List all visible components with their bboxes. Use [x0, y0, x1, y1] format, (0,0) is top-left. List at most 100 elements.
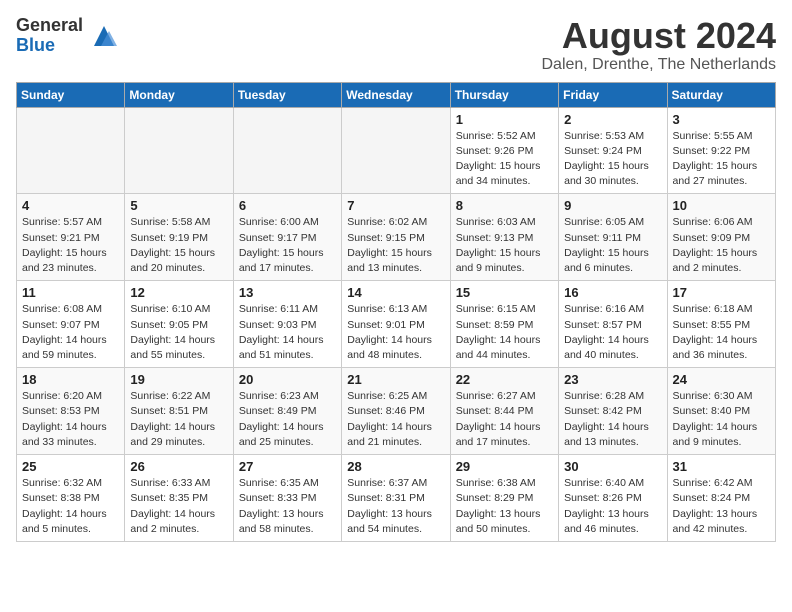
day-info: Sunrise: 6:13 AM Sunset: 9:01 PM Dayligh… [347, 302, 444, 363]
weekday-header-sunday: Sunday [17, 82, 125, 107]
day-number: 8 [456, 198, 553, 213]
calendar-cell: 24 Sunrise: 6:30 AM Sunset: 8:40 PM Dayli… [667, 368, 775, 455]
day-number: 10 [673, 198, 770, 213]
weekday-header-saturday: Saturday [667, 82, 775, 107]
week-row-3: 11Sunrise: 6:08 AM Sunset: 9:07 PM Dayli… [17, 281, 776, 368]
day-info: Sunrise: 6:11 AM Sunset: 9:03 PM Dayligh… [239, 302, 336, 363]
calendar-cell: 8 Sunrise: 6:03 AM Sunset: 9:13 PM Daylig… [450, 194, 558, 281]
calendar-cell: 15 Sunrise: 6:15 AM Sunset: 8:59 PM Dayli… [450, 281, 558, 368]
location-title: Dalen, Drenthe, The Netherlands [541, 56, 776, 74]
day-number: 14 [347, 285, 444, 300]
week-row-1: 1 Sunrise: 5:52 AM Sunset: 9:26 PM Daylig… [17, 107, 776, 194]
day-number: 28 [347, 459, 444, 474]
day-number: 19 [130, 372, 227, 387]
day-number: 1 [456, 112, 553, 127]
day-info: Sunrise: 5:52 AM Sunset: 9:26 PM Dayligh… [456, 129, 553, 190]
day-info: Sunrise: 6:38 AM Sunset: 8:29 PM Dayligh… [456, 476, 553, 537]
day-info: Sunrise: 5:58 AM Sunset: 9:19 PM Dayligh… [130, 215, 227, 276]
day-info: Sunrise: 6:27 AM Sunset: 8:44 PM Dayligh… [456, 389, 553, 450]
day-info: Sunrise: 6:40 AM Sunset: 8:26 PM Dayligh… [564, 476, 661, 537]
calendar-cell: 5 Sunrise: 5:58 AM Sunset: 9:19 PM Daylig… [125, 194, 233, 281]
day-number: 2 [564, 112, 661, 127]
day-info: Sunrise: 6:18 AM Sunset: 8:55 PM Dayligh… [673, 302, 770, 363]
calendar-cell: 4 Sunrise: 5:57 AM Sunset: 9:21 PM Daylig… [17, 194, 125, 281]
calendar-cell: 26Sunrise: 6:33 AM Sunset: 8:35 PM Dayli… [125, 455, 233, 542]
day-info: Sunrise: 6:42 AM Sunset: 8:24 PM Dayligh… [673, 476, 770, 537]
calendar-cell: 13 Sunrise: 6:11 AM Sunset: 9:03 PM Dayli… [233, 281, 341, 368]
logo-blue-text: Blue [16, 36, 83, 56]
weekday-header-row: SundayMondayTuesdayWednesdayThursdayFrid… [17, 82, 776, 107]
calendar-cell: 3 Sunrise: 5:55 AM Sunset: 9:22 PM Daylig… [667, 107, 775, 194]
day-number: 5 [130, 198, 227, 213]
day-number: 31 [673, 459, 770, 474]
day-number: 12 [130, 285, 227, 300]
calendar-cell: 20Sunrise: 6:23 AM Sunset: 8:49 PM Dayli… [233, 368, 341, 455]
calendar-cell [342, 107, 450, 194]
day-number: 6 [239, 198, 336, 213]
day-number: 3 [673, 112, 770, 127]
day-number: 26 [130, 459, 227, 474]
day-number: 7 [347, 198, 444, 213]
weekday-header-thursday: Thursday [450, 82, 558, 107]
day-number: 23 [564, 372, 661, 387]
calendar-cell [17, 107, 125, 194]
calendar-cell: 30 Sunrise: 6:40 AM Sunset: 8:26 PM Dayli… [559, 455, 667, 542]
logo-icon [89, 21, 119, 51]
calendar-cell: 6 Sunrise: 6:00 AM Sunset: 9:17 PM Daylig… [233, 194, 341, 281]
day-number: 13 [239, 285, 336, 300]
day-info: Sunrise: 6:03 AM Sunset: 9:13 PM Dayligh… [456, 215, 553, 276]
day-info: Sunrise: 6:16 AM Sunset: 8:57 PM Dayligh… [564, 302, 661, 363]
calendar-cell: 7 Sunrise: 6:02 AM Sunset: 9:15 PM Daylig… [342, 194, 450, 281]
day-info: Sunrise: 6:06 AM Sunset: 9:09 PM Dayligh… [673, 215, 770, 276]
weekday-header-friday: Friday [559, 82, 667, 107]
calendar-cell: 23 Sunrise: 6:28 AM Sunset: 8:42 PM Dayli… [559, 368, 667, 455]
day-number: 30 [564, 459, 661, 474]
day-info: Sunrise: 6:02 AM Sunset: 9:15 PM Dayligh… [347, 215, 444, 276]
week-row-2: 4 Sunrise: 5:57 AM Sunset: 9:21 PM Daylig… [17, 194, 776, 281]
calendar-cell: 9 Sunrise: 6:05 AM Sunset: 9:11 PM Daylig… [559, 194, 667, 281]
day-info: Sunrise: 6:35 AM Sunset: 8:33 PM Dayligh… [239, 476, 336, 537]
calendar-cell: 11Sunrise: 6:08 AM Sunset: 9:07 PM Dayli… [17, 281, 125, 368]
logo-general-text: General [16, 16, 83, 36]
calendar-cell: 14 Sunrise: 6:13 AM Sunset: 9:01 PM Dayli… [342, 281, 450, 368]
day-info: Sunrise: 6:30 AM Sunset: 8:40 PM Dayligh… [673, 389, 770, 450]
calendar-cell: 2 Sunrise: 5:53 AM Sunset: 9:24 PM Daylig… [559, 107, 667, 194]
calendar-cell: 22Sunrise: 6:27 AM Sunset: 8:44 PM Dayli… [450, 368, 558, 455]
day-number: 27 [239, 459, 336, 474]
page-header: General Blue August 2024 Dalen, Drenthe,… [16, 16, 776, 74]
calendar-cell: 21Sunrise: 6:25 AM Sunset: 8:46 PM Dayli… [342, 368, 450, 455]
day-info: Sunrise: 6:15 AM Sunset: 8:59 PM Dayligh… [456, 302, 553, 363]
day-info: Sunrise: 5:57 AM Sunset: 9:21 PM Dayligh… [22, 215, 119, 276]
weekday-header-tuesday: Tuesday [233, 82, 341, 107]
week-row-5: 25Sunrise: 6:32 AM Sunset: 8:38 PM Dayli… [17, 455, 776, 542]
day-number: 4 [22, 198, 119, 213]
day-info: Sunrise: 5:55 AM Sunset: 9:22 PM Dayligh… [673, 129, 770, 190]
day-number: 15 [456, 285, 553, 300]
calendar-cell [233, 107, 341, 194]
day-info: Sunrise: 6:20 AM Sunset: 8:53 PM Dayligh… [22, 389, 119, 450]
day-number: 11 [22, 285, 119, 300]
calendar-cell: 19Sunrise: 6:22 AM Sunset: 8:51 PM Dayli… [125, 368, 233, 455]
day-number: 9 [564, 198, 661, 213]
day-info: Sunrise: 6:23 AM Sunset: 8:49 PM Dayligh… [239, 389, 336, 450]
week-row-4: 18Sunrise: 6:20 AM Sunset: 8:53 PM Dayli… [17, 368, 776, 455]
logo: General Blue [16, 16, 119, 56]
day-number: 21 [347, 372, 444, 387]
calendar-cell: 25Sunrise: 6:32 AM Sunset: 8:38 PM Dayli… [17, 455, 125, 542]
calendar-cell: 18Sunrise: 6:20 AM Sunset: 8:53 PM Dayli… [17, 368, 125, 455]
day-info: Sunrise: 6:05 AM Sunset: 9:11 PM Dayligh… [564, 215, 661, 276]
day-number: 17 [673, 285, 770, 300]
calendar-cell: 1 Sunrise: 5:52 AM Sunset: 9:26 PM Daylig… [450, 107, 558, 194]
day-info: Sunrise: 6:00 AM Sunset: 9:17 PM Dayligh… [239, 215, 336, 276]
day-number: 25 [22, 459, 119, 474]
day-info: Sunrise: 6:28 AM Sunset: 8:42 PM Dayligh… [564, 389, 661, 450]
weekday-header-monday: Monday [125, 82, 233, 107]
day-number: 29 [456, 459, 553, 474]
title-area: August 2024 Dalen, Drenthe, The Netherla… [541, 16, 776, 74]
calendar-cell: 28Sunrise: 6:37 AM Sunset: 8:31 PM Dayli… [342, 455, 450, 542]
day-info: Sunrise: 5:53 AM Sunset: 9:24 PM Dayligh… [564, 129, 661, 190]
day-number: 16 [564, 285, 661, 300]
day-number: 24 [673, 372, 770, 387]
calendar-cell: 10 Sunrise: 6:06 AM Sunset: 9:09 PM Dayli… [667, 194, 775, 281]
weekday-header-wednesday: Wednesday [342, 82, 450, 107]
